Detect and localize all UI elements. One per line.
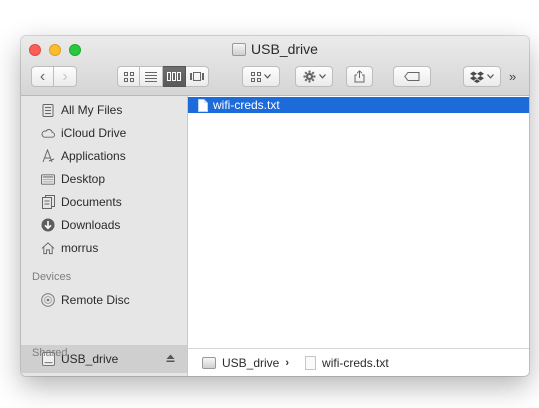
share-icon — [354, 70, 365, 83]
nav-buttons: ‹ › — [31, 66, 77, 87]
arrange-button[interactable] — [242, 66, 280, 87]
chevron-left-icon: ‹ — [39, 67, 46, 85]
chevron-down-icon — [487, 74, 494, 79]
column-view-icon — [167, 72, 181, 81]
coverflow-view-button[interactable] — [186, 66, 209, 87]
sidebar-item-label: Remote Disc — [61, 293, 130, 307]
sidebar-item-desktop[interactable]: Desktop — [41, 169, 105, 189]
tags-menu[interactable] — [393, 66, 431, 87]
path-separator-icon: › — [285, 356, 290, 369]
dropbox-menu[interactable] — [463, 66, 501, 87]
sidebar-item-label: Applications — [61, 149, 126, 163]
file-browser: wifi-creds.txt — [188, 96, 529, 348]
path-item-usb-drive[interactable]: USB_drive — [222, 356, 279, 370]
documents-icon — [41, 195, 55, 209]
sidebar-item-morrus[interactable]: morrus — [41, 238, 98, 258]
path-item-wifi-creds[interactable]: wifi-creds.txt — [322, 356, 389, 370]
icon-view-icon — [123, 71, 134, 82]
desktop-icon — [41, 172, 55, 186]
chevron-down-icon — [264, 74, 271, 79]
cloud-icon — [41, 126, 55, 140]
share-button[interactable] — [346, 66, 373, 87]
window-title-text: USB_drive — [251, 41, 318, 57]
drive-icon — [232, 42, 247, 56]
dropbox-button[interactable] — [463, 66, 501, 87]
file-name: wifi-creds.txt — [213, 98, 280, 112]
sidebar: All My Files iCloud Drive Applications D… — [21, 96, 188, 376]
sidebar-item-remote-disc[interactable]: Remote Disc — [41, 290, 130, 310]
chevron-right-icon: › — [62, 67, 68, 85]
sidebar-item-label: iCloud Drive — [61, 126, 127, 140]
dropbox-icon — [470, 71, 484, 83]
sidebar-item-label: morrus — [61, 241, 99, 255]
list-view-icon — [145, 71, 157, 82]
drive-icon — [202, 356, 216, 369]
disc-icon — [41, 293, 55, 307]
finder-window: USB_drive ‹ › » All My Files iCloud Driv… — [21, 36, 529, 376]
share-menu[interactable] — [346, 66, 373, 87]
action-button[interactable] — [295, 66, 333, 87]
icon-view-button[interactable] — [117, 66, 140, 87]
applications-icon — [41, 149, 55, 163]
downloads-icon — [41, 218, 55, 232]
titlebar: USB_drive ‹ › » — [21, 36, 529, 96]
column-view-button[interactable] — [163, 66, 186, 87]
double-chevron-icon: » — [509, 69, 517, 84]
file-row-wifi-creds[interactable]: wifi-creds.txt — [188, 97, 529, 113]
chevron-down-icon — [318, 74, 326, 79]
sidebar-item-applications[interactable]: Applications — [41, 146, 126, 166]
arrange-menu[interactable] — [242, 66, 280, 87]
view-buttons — [117, 66, 209, 87]
sidebar-item-documents[interactable]: Documents — [41, 192, 122, 212]
sidebar-item-label: USB_drive — [61, 352, 119, 366]
path-bar: USB_drive › wifi-creds.txt — [188, 348, 529, 376]
window-title: USB_drive — [21, 41, 529, 57]
list-view-button[interactable] — [140, 66, 163, 87]
sidebar-item-downloads[interactable]: Downloads — [41, 215, 120, 235]
back-button[interactable]: ‹ — [31, 66, 54, 87]
text-file-icon — [198, 98, 208, 112]
arrange-icon — [251, 71, 261, 82]
shared-section-header: Shared — [32, 347, 68, 359]
sidebar-item-label: Downloads — [61, 218, 121, 232]
home-icon — [41, 241, 55, 255]
eject-button[interactable] — [166, 354, 175, 366]
devices-section-header: Devices — [32, 271, 72, 283]
all-files-icon — [41, 103, 55, 117]
sidebar-item-label: Desktop — [61, 172, 106, 186]
text-file-icon — [305, 355, 317, 370]
forward-button[interactable]: › — [54, 66, 77, 87]
tags-button[interactable] — [393, 66, 431, 87]
sidebar-item-label: Documents — [61, 195, 122, 209]
gear-icon — [303, 70, 315, 83]
action-menu[interactable] — [295, 66, 333, 87]
eject-icon — [166, 354, 175, 362]
tag-icon — [404, 72, 420, 81]
sidebar-item-all-my-files[interactable]: All My Files — [41, 100, 122, 120]
coverflow-view-icon — [190, 72, 204, 81]
sidebar-item-icloud-drive[interactable]: iCloud Drive — [41, 123, 126, 143]
toolbar-overflow-button[interactable]: » — [509, 66, 516, 87]
sidebar-item-label: All My Files — [61, 103, 123, 117]
